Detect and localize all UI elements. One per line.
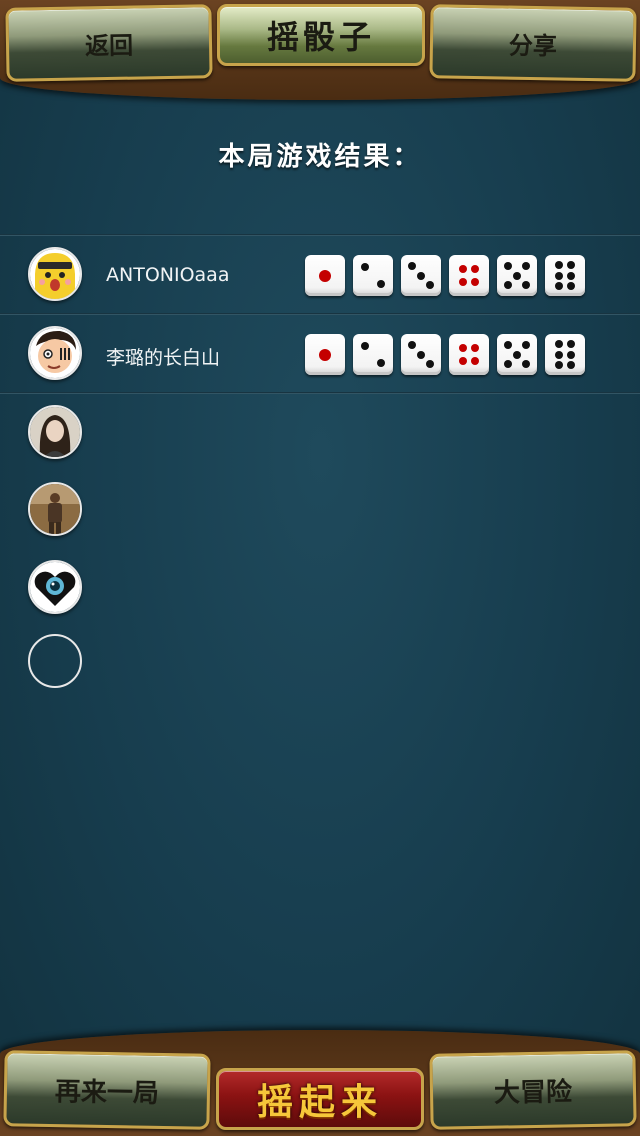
die-pip [361, 263, 369, 272]
die-5 [497, 255, 537, 296]
die-pip [567, 271, 576, 280]
die-pip [458, 357, 467, 366]
die-pip [408, 262, 417, 271]
die-pip [504, 359, 513, 368]
player-name: 李璐的长白山 [106, 347, 221, 369]
die-pip [554, 350, 563, 359]
die-pip [471, 357, 480, 366]
die-pip [567, 282, 576, 291]
empty-avatar-slot[interactable] [28, 634, 82, 688]
die-4 [449, 334, 489, 375]
die-6 [545, 334, 585, 375]
die-pip [471, 343, 480, 352]
back-button[interactable]: 返回 [5, 4, 213, 82]
player-name: ANTONIOaaa [106, 264, 230, 286]
die-pip [458, 343, 467, 352]
die-pip [567, 350, 576, 359]
die-pip [567, 339, 576, 348]
dice-set [305, 334, 585, 375]
die-pip [377, 358, 385, 367]
die-pip [504, 341, 513, 350]
die-pip [567, 361, 576, 370]
die-pip [521, 359, 530, 368]
die-pip [471, 278, 480, 287]
die-pip [554, 271, 563, 280]
die-5 [497, 334, 537, 375]
die-pip [554, 361, 563, 370]
player-row: 李璐的长白山 [0, 315, 640, 393]
die-2 [353, 334, 393, 375]
cartoon-bear-avatar-icon [30, 249, 80, 299]
die-3 [401, 334, 441, 375]
die-pip [521, 262, 530, 271]
die-pip [417, 271, 425, 280]
die-1 [305, 334, 345, 375]
die-pip [513, 271, 521, 280]
die-pip [425, 280, 434, 289]
woman-portrait-avatar-icon [30, 407, 80, 457]
avatar[interactable] [28, 247, 82, 301]
die-pip [361, 342, 369, 351]
page-title: 摇骰子 [217, 4, 425, 66]
die-pip [425, 359, 434, 368]
die-pip [521, 341, 530, 350]
share-button[interactable]: 分享 [429, 4, 637, 82]
die-pip [458, 278, 467, 287]
die-pip [377, 279, 385, 288]
die-pip [417, 350, 425, 359]
die-pip [408, 341, 417, 350]
die-pip [319, 269, 331, 282]
die-pip [554, 282, 563, 291]
shake-button[interactable]: 摇起来 [216, 1068, 424, 1130]
die-3 [401, 255, 441, 296]
die-pip [567, 260, 576, 269]
cartoon-face-avatar-icon [30, 328, 80, 378]
die-pip [513, 350, 521, 359]
die-pip [471, 264, 480, 273]
player-row: ANTONIOaaa [0, 236, 640, 314]
man-outdoor-avatar-icon [30, 484, 80, 534]
avatar[interactable] [28, 405, 82, 459]
die-6 [545, 255, 585, 296]
die-4 [449, 255, 489, 296]
result-heading: 本局游戏结果： [218, 142, 422, 172]
die-pip [554, 339, 563, 348]
avatar[interactable] [28, 560, 82, 614]
die-2 [353, 255, 393, 296]
heart-eye-avatar-icon [30, 562, 80, 612]
dice-set [305, 255, 585, 296]
die-1 [305, 255, 345, 296]
play-again-button[interactable]: 再来一局 [3, 1050, 211, 1130]
avatar[interactable] [28, 326, 82, 380]
die-pip [458, 264, 467, 273]
die-pip [504, 262, 513, 271]
adventure-button[interactable]: 大冒险 [429, 1050, 637, 1130]
die-pip [504, 280, 513, 289]
die-pip [554, 260, 563, 269]
die-pip [521, 280, 530, 289]
die-pip [319, 348, 331, 361]
avatar[interactable] [28, 482, 82, 536]
